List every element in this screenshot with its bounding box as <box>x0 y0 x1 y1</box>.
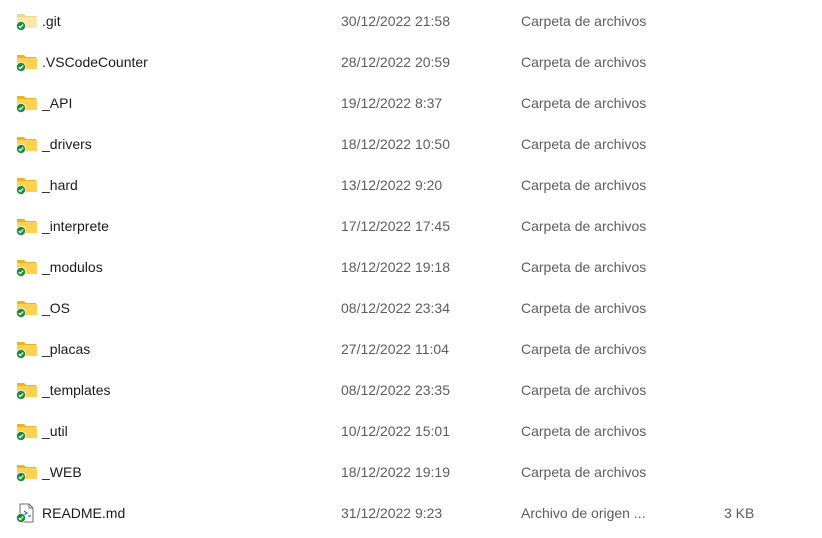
file-type: Carpeta de archivos <box>521 13 647 29</box>
sync-check-icon <box>16 103 26 113</box>
sync-check-icon <box>16 390 26 400</box>
file-list: .git 30/12/2022 21:58 Carpeta de archivos … <box>0 0 822 538</box>
file-type: Carpeta de archivos <box>521 177 647 193</box>
file-row[interactable]: .VSCodeCounter 28/12/2022 20:59 Carpeta de… <box>0 42 822 83</box>
folder-icon <box>16 380 38 400</box>
file-name: .VSCodeCounter <box>42 54 148 70</box>
folder-icon <box>16 339 38 359</box>
file-row[interactable]: _interprete 17/12/2022 17:45 Carpeta de ar… <box>0 206 822 247</box>
file-type: Carpeta de archivos <box>521 423 647 439</box>
file-modified-date: 08/12/2022 23:35 <box>341 382 450 398</box>
file-name: .git <box>42 13 61 29</box>
file-modified-date: 31/12/2022 9:23 <box>341 505 443 521</box>
folder-icon <box>16 93 38 113</box>
folder-icon <box>16 175 38 195</box>
file-row[interactable]: _modulos 18/12/2022 19:18 Carpeta de archi… <box>0 247 822 288</box>
file-name: _drivers <box>42 136 92 152</box>
file-name: _templates <box>42 382 111 398</box>
sync-check-icon <box>16 21 26 31</box>
sync-check-icon <box>16 349 26 359</box>
file-modified-date: 19/12/2022 8:37 <box>341 95 443 111</box>
file-modified-date: 18/12/2022 19:19 <box>341 464 450 480</box>
folder-icon <box>16 216 38 236</box>
file-type: Carpeta de archivos <box>521 136 647 152</box>
markdown-file-icon <box>16 503 38 523</box>
file-type: Carpeta de archivos <box>521 218 647 234</box>
folder-icon <box>16 52 38 72</box>
file-name: _placas <box>42 341 91 357</box>
sync-check-icon <box>16 308 26 318</box>
file-modified-date: 30/12/2022 21:58 <box>341 13 450 29</box>
file-type: Carpeta de archivos <box>521 382 647 398</box>
file-modified-date: 28/12/2022 20:59 <box>341 54 450 70</box>
file-type: Carpeta de archivos <box>521 464 647 480</box>
file-type: Carpeta de archivos <box>521 259 647 275</box>
file-modified-date: 27/12/2022 11:04 <box>341 341 449 357</box>
file-modified-date: 17/12/2022 17:45 <box>341 218 450 234</box>
sync-check-icon <box>16 62 26 72</box>
file-type: Carpeta de archivos <box>521 300 647 316</box>
file-row[interactable]: _templates 08/12/2022 23:35 Carpeta de arc… <box>0 370 822 411</box>
file-modified-date: 13/12/2022 9:20 <box>341 177 443 193</box>
folder-icon <box>16 298 38 318</box>
folder-icon <box>16 421 38 441</box>
file-row[interactable]: _drivers 18/12/2022 10:50 Carpeta de archi… <box>0 124 822 165</box>
file-row[interactable]: _WEB 18/12/2022 19:19 Carpeta de archivos <box>0 452 822 493</box>
file-row[interactable]: _hard 13/12/2022 9:20 Carpeta de archivos <box>0 165 822 206</box>
file-type: Carpeta de archivos <box>521 341 647 357</box>
file-name: README.md <box>42 505 126 521</box>
file-type: Carpeta de archivos <box>521 54 647 70</box>
file-name: _hard <box>42 177 78 193</box>
file-modified-date: 10/12/2022 15:01 <box>341 423 450 439</box>
file-row[interactable]: _OS 08/12/2022 23:34 Carpeta de archivos <box>0 288 822 329</box>
sync-check-icon <box>16 144 26 154</box>
sync-check-icon <box>16 513 26 523</box>
file-row[interactable]: .git 30/12/2022 21:58 Carpeta de archivos <box>0 1 822 42</box>
folder-icon <box>16 462 38 482</box>
sync-check-icon <box>16 431 26 441</box>
file-name: _util <box>42 423 68 439</box>
sync-check-icon <box>16 185 26 195</box>
file-row[interactable]: _util 10/12/2022 15:01 Carpeta de archivos <box>0 411 822 452</box>
sync-check-icon <box>16 226 26 236</box>
file-row[interactable]: _placas 27/12/2022 11:04 Carpeta de archiv… <box>0 329 822 370</box>
file-name: _API <box>42 95 73 111</box>
folder-icon <box>16 11 38 31</box>
sync-check-icon <box>16 267 26 277</box>
folder-icon <box>16 257 38 277</box>
file-modified-date: 08/12/2022 23:34 <box>341 300 450 316</box>
file-row[interactable]: README.md 31/12/2022 9:23 Archivo de orige… <box>0 493 822 534</box>
file-name: _interprete <box>42 218 109 234</box>
file-name: _OS <box>42 300 71 316</box>
file-modified-date: 18/12/2022 10:50 <box>341 136 450 152</box>
file-row[interactable]: _API 19/12/2022 8:37 Carpeta de archivos <box>0 83 822 124</box>
file-type: Carpeta de archivos <box>521 95 647 111</box>
file-type: Archivo de origen ... <box>521 505 646 521</box>
file-name: _WEB <box>42 464 82 480</box>
folder-icon <box>16 134 38 154</box>
file-name: _modulos <box>42 259 103 275</box>
sync-check-icon <box>16 472 26 482</box>
file-size: 3 KB <box>724 505 755 521</box>
file-modified-date: 18/12/2022 19:18 <box>341 259 450 275</box>
